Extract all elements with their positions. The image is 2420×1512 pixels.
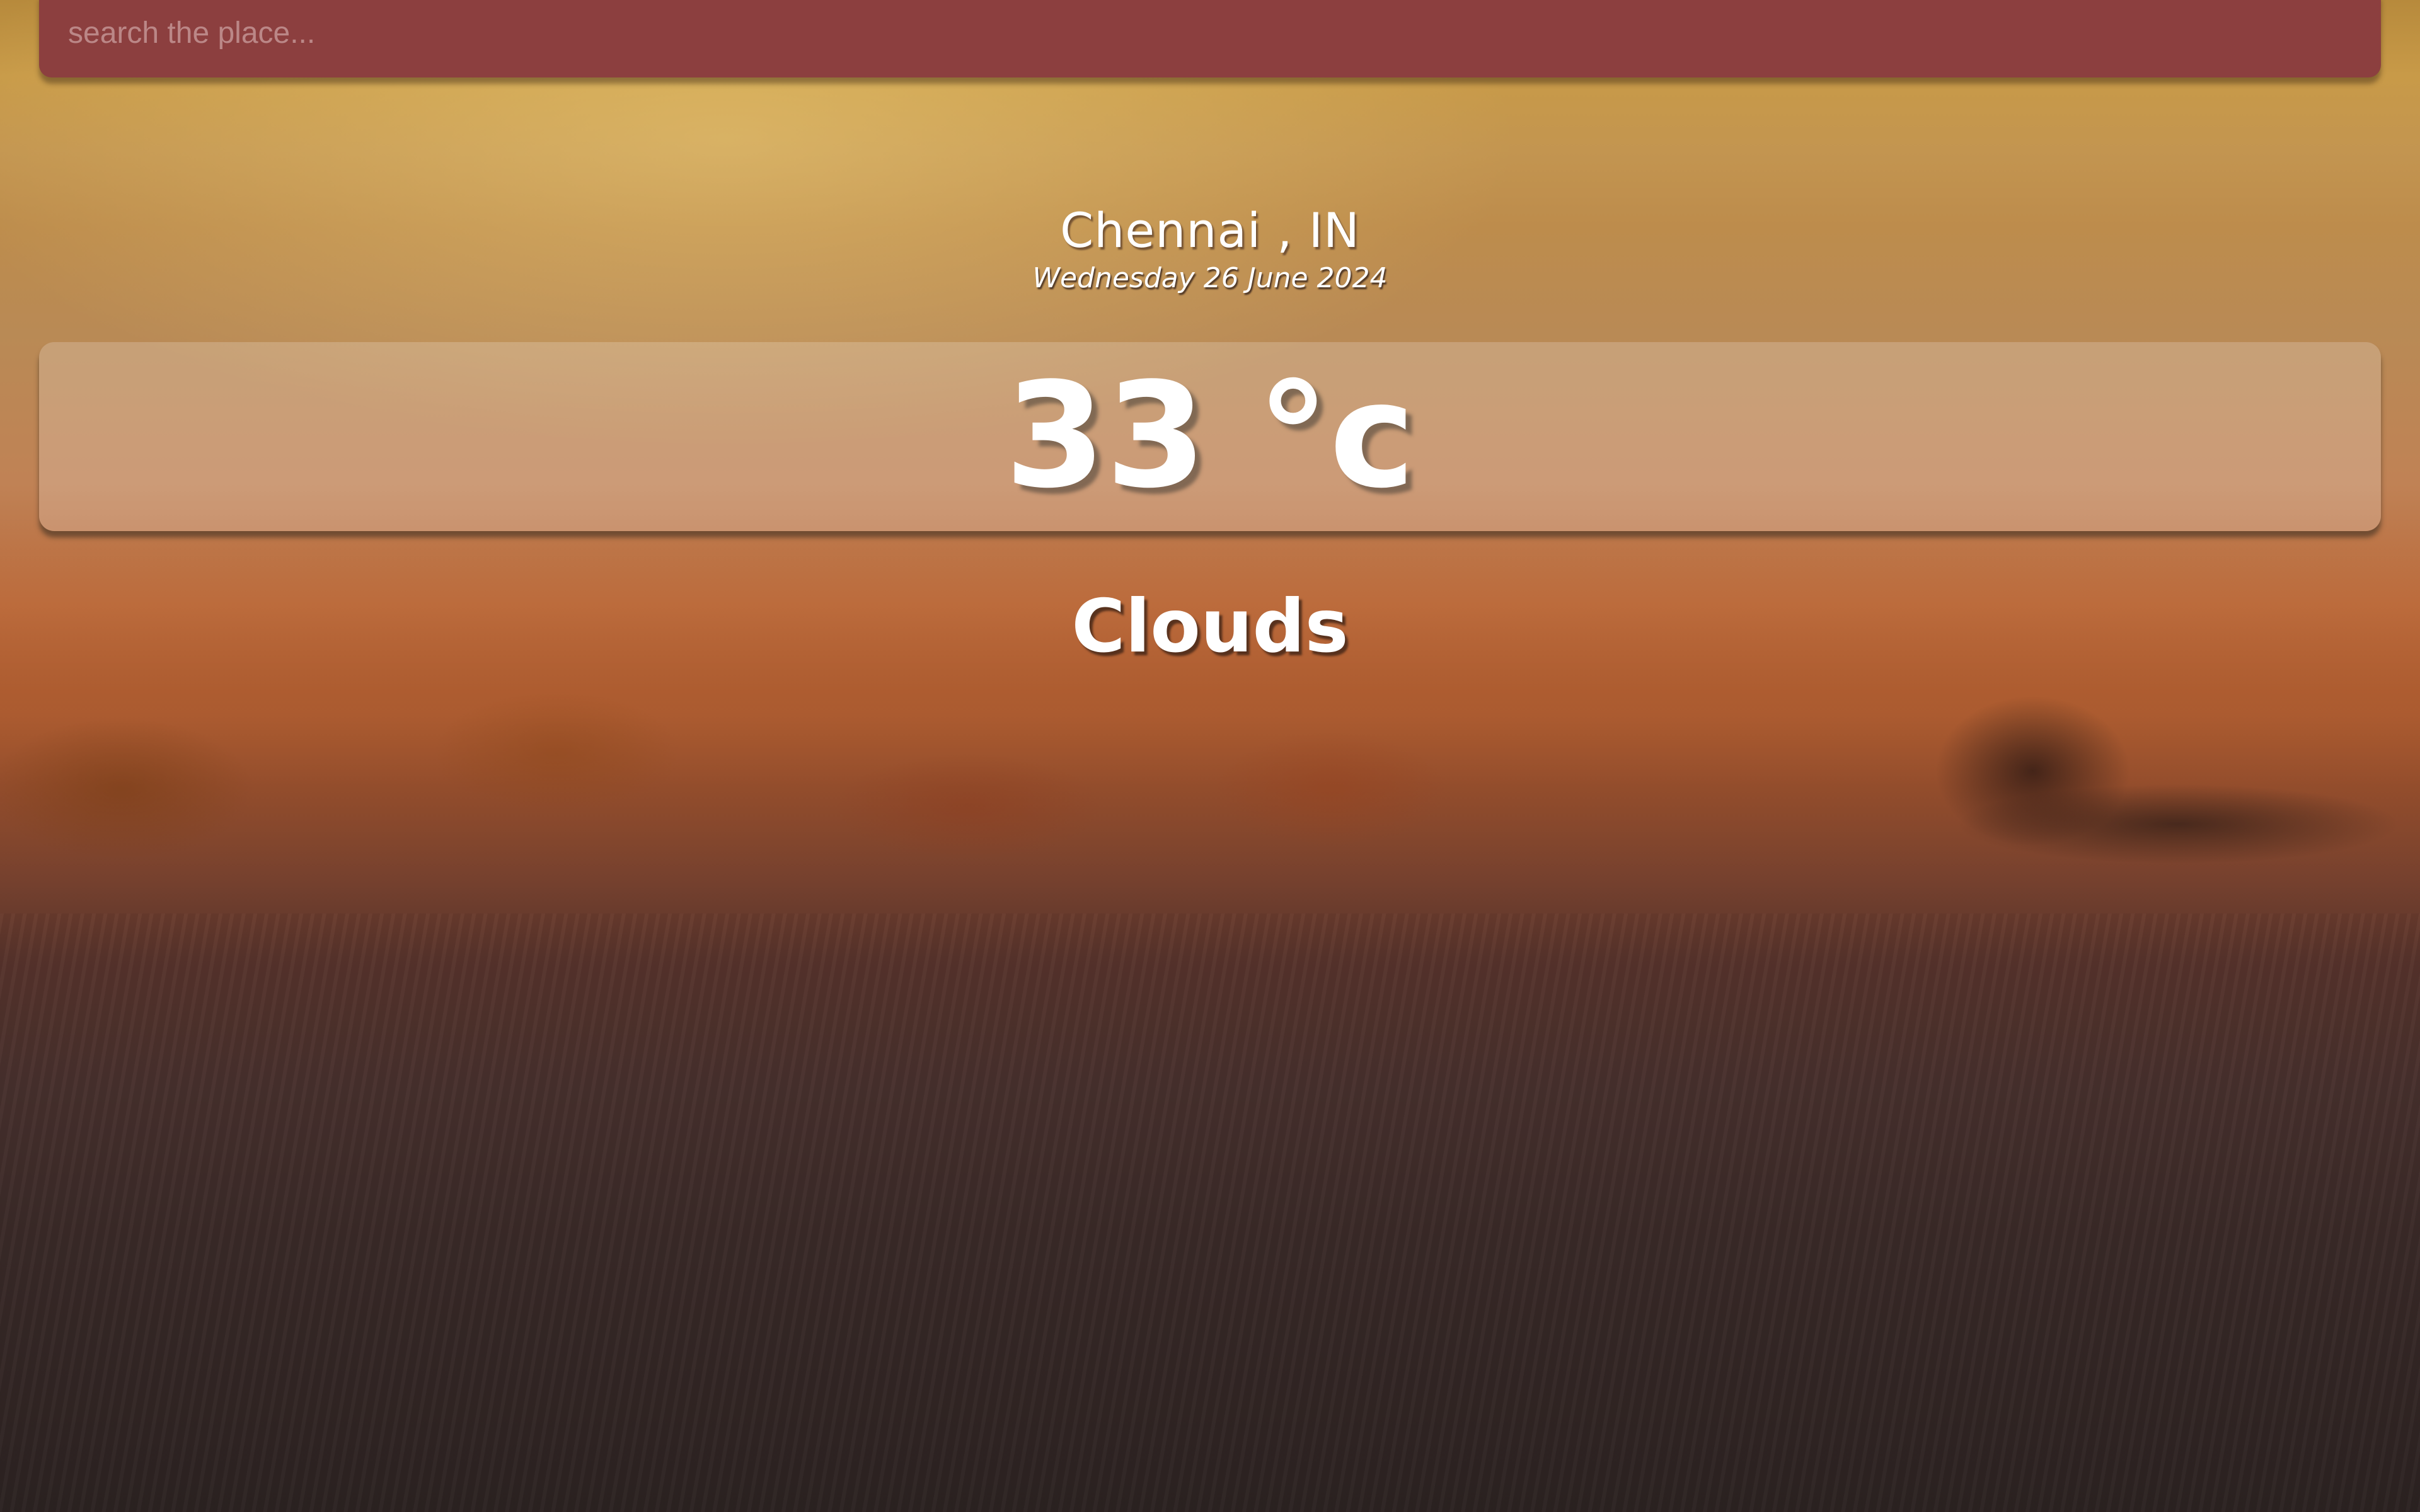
weather-condition: Clouds — [1071, 584, 1349, 669]
search-bar — [39, 0, 2381, 77]
background-field — [0, 914, 2420, 1512]
temperature-panel: 33 °c — [39, 342, 2381, 531]
search-input[interactable] — [68, 13, 2337, 53]
location-box: Chennai , IN Wednesday 26 June 2024 — [0, 200, 2420, 297]
temperature-value: 33 °c — [1005, 352, 1415, 520]
location-city: Chennai , IN — [1060, 202, 1360, 258]
location-date: Wednesday 26 June 2024 — [1032, 262, 1388, 294]
